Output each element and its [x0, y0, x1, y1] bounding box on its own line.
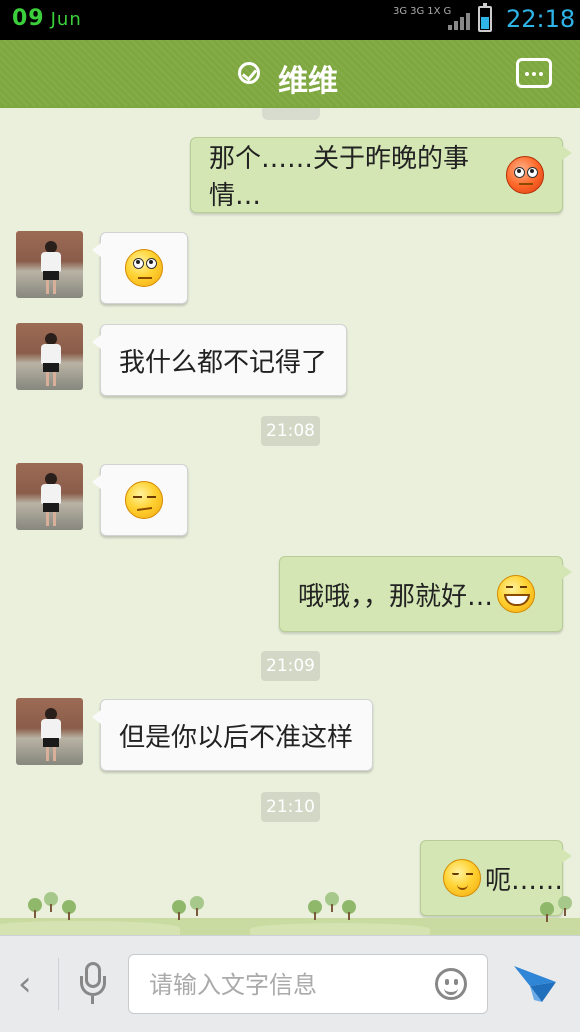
chat-header: 维维 — [0, 40, 580, 114]
message-bubble-sent[interactable]: 那个……关于昨晚的事情… — [190, 137, 572, 213]
smiley-icon[interactable] — [435, 968, 467, 1000]
scenery-ground — [0, 918, 580, 935]
contact-name[interactable]: 维维 — [278, 56, 338, 100]
microphone-icon[interactable] — [80, 962, 106, 1004]
message-bubble-received[interactable]: 我什么都不记得了 — [92, 324, 347, 396]
chevron-left-icon[interactable]: ‹ — [18, 964, 32, 1004]
message-text: 那个……关于昨晚的事情… — [209, 144, 470, 211]
message-text: 呃…… — [485, 865, 564, 896]
message-bubble-sent[interactable]: 哦哦，，那就好… — [279, 556, 572, 632]
message-text: 但是你以后不准这样 — [119, 722, 354, 753]
network-label-3g: 3G — [393, 6, 408, 17]
contact-avatar[interactable] — [16, 323, 83, 390]
status-date: 09 Jun — [12, 6, 82, 31]
divider — [58, 958, 59, 1010]
status-date-day: 09 — [12, 6, 45, 31]
previous-timestamp-chip — [262, 108, 320, 120]
network-label-3g-2: 3G — [410, 6, 425, 17]
send-plane-icon[interactable] — [512, 962, 558, 1004]
message-bubble-received[interactable] — [92, 464, 188, 536]
contact-avatar[interactable] — [16, 231, 83, 298]
status-time: 22:18 — [506, 5, 576, 33]
sulky-face-icon — [125, 481, 163, 519]
message-text: 我什么都不记得了 — [119, 347, 328, 378]
message-bubble-received[interactable] — [92, 232, 188, 304]
contact-avatar[interactable] — [16, 463, 83, 530]
shy-smile-face-icon — [443, 859, 481, 897]
network-label-1x: 1X — [427, 6, 441, 17]
timestamp-chip: 21:09 — [261, 651, 320, 681]
message-bubble-received[interactable]: 但是你以后不准这样 — [92, 699, 373, 771]
message-input[interactable] — [147, 963, 421, 1007]
timestamp-chip: 21:10 — [261, 792, 320, 822]
signal-icon — [448, 12, 470, 30]
contact-avatar[interactable] — [16, 698, 83, 765]
message-text: 哦哦，，那就好… — [298, 581, 494, 612]
grin-face-icon — [497, 575, 536, 613]
check-circle-icon — [238, 62, 260, 84]
battery-icon — [478, 3, 492, 32]
message-input-field[interactable] — [128, 954, 488, 1014]
composer-bar: ‹ — [0, 935, 580, 1032]
timestamp-chip: 21:08 — [261, 416, 320, 446]
status-bar: 09 Jun 3G 3G 1X G 22:18 — [0, 0, 580, 40]
embarrassed-face-icon — [506, 156, 544, 194]
eye-roll-face-icon — [125, 249, 163, 287]
status-date-month: Jun — [50, 9, 82, 30]
more-menu-button[interactable] — [516, 58, 552, 88]
battery-level — [481, 16, 489, 29]
message-list[interactable]: 那个……关于昨晚的事情… 我什么都不记得了 21:08 哦哦，，那就好… 21:… — [0, 108, 580, 935]
